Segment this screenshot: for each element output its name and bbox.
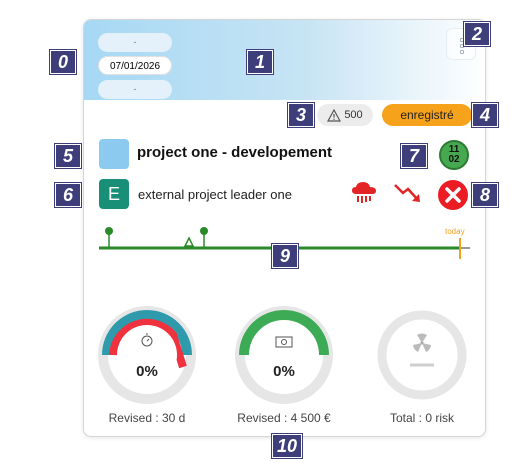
budget-percent: 0% [273,363,295,380]
milestone-pin-icon[interactable] [105,227,113,235]
header-date: 07/01/2026 [98,56,172,75]
header-pill-top: - [98,33,172,52]
warning-icon [327,108,342,122]
project-title[interactable]: project one - developement [137,144,332,161]
menu-dot-icon [460,50,464,54]
budget-label: Revised : 4 500 € [237,411,331,425]
duration-gauge[interactable] [97,305,197,405]
weather-storm-icon[interactable] [349,180,379,206]
marker-10: 10 [272,434,302,458]
leader-avatar: E [99,179,129,209]
duration-percent: 0% [136,363,158,380]
marker-0: 0 [50,50,76,74]
radiation-icon [413,333,431,352]
warning-count: 500 [344,109,363,121]
marker-2: 2 [464,22,490,46]
project-card[interactable]: - 07/01/2026 - 500 enregistré project on… [83,19,486,437]
marker-1: 1 [247,50,273,74]
trend-down-icon [394,184,420,202]
today-label: today [445,227,465,236]
risk-label: Total : 0 risk [389,411,455,425]
cancel-icon[interactable] [436,178,470,212]
card-header: - 07/01/2026 - [84,20,485,100]
milestone-triangle-icon[interactable] [183,236,195,247]
date-badge-bottom: 02 [448,154,460,165]
risk-gauge[interactable] [372,305,472,405]
marker-8: 8 [472,183,498,207]
header-pill-bottom: - [98,80,172,99]
marker-9: 9 [272,244,298,268]
warning-badge[interactable]: 500 [317,104,373,126]
marker-4: 4 [472,103,498,127]
project-color-swatch [99,139,129,169]
milestone-pin-icon[interactable] [200,227,208,235]
marker-5: 5 [55,144,81,168]
marker-6-7: 7 [401,144,427,168]
leader-name: external project leader one [138,187,292,202]
budget-gauge[interactable] [234,305,334,405]
marker-6: 6 [55,183,81,207]
marker-3: 3 [288,103,314,127]
status-badge[interactable]: enregistré [382,104,472,126]
date-badge[interactable]: 11 02 [439,140,469,170]
